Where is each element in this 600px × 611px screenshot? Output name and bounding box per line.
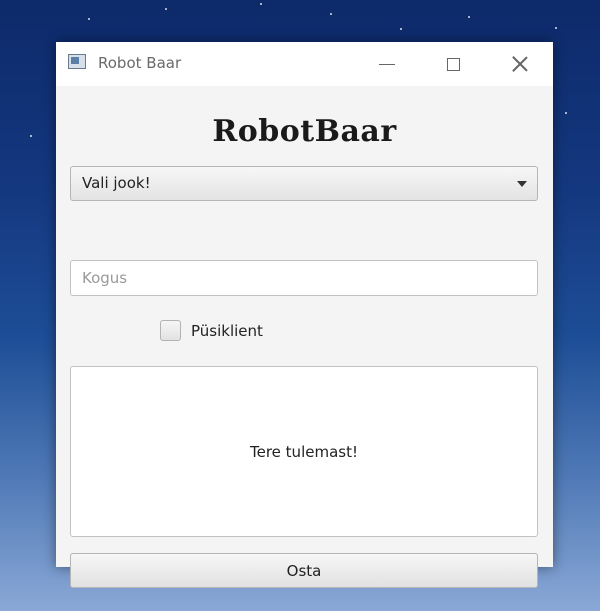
app-window-icon <box>68 54 86 69</box>
maximize-icon <box>446 57 460 71</box>
buy-button[interactable]: Osta <box>70 553 538 588</box>
star <box>330 13 332 15</box>
quantity-input[interactable] <box>70 260 538 296</box>
star <box>165 8 167 10</box>
close-icon <box>512 56 528 72</box>
star <box>565 112 567 114</box>
star <box>88 18 90 20</box>
window-title: Robot Baar <box>98 54 182 72</box>
star <box>468 16 470 18</box>
star <box>555 27 557 29</box>
regular-customer-label[interactable]: Püsiklient <box>191 322 263 340</box>
minimize-icon <box>379 63 395 65</box>
star <box>260 3 262 5</box>
maximize-button[interactable] <box>438 50 468 78</box>
star <box>30 135 32 137</box>
app-heading: RobotBaar <box>212 114 397 149</box>
title-bar[interactable]: Robot Baar <box>56 42 553 86</box>
regular-customer-row: Püsiklient <box>160 319 263 342</box>
minimize-button[interactable] <box>372 50 402 78</box>
star <box>400 28 402 30</box>
main-content: RobotBaar Vali jook! Püsiklient Tere tul… <box>56 86 553 588</box>
chevron-down-icon <box>517 181 527 187</box>
close-button[interactable] <box>505 50 535 78</box>
message-area: Tere tulemast! <box>70 366 538 537</box>
regular-customer-checkbox[interactable] <box>160 320 181 341</box>
drink-select-value: Vali jook! <box>82 174 151 192</box>
welcome-message: Tere tulemast! <box>250 442 358 461</box>
app-window: Robot Baar RobotBaar Vali jook! Püsiklie… <box>56 42 553 588</box>
drink-select[interactable]: Vali jook! <box>70 166 538 201</box>
